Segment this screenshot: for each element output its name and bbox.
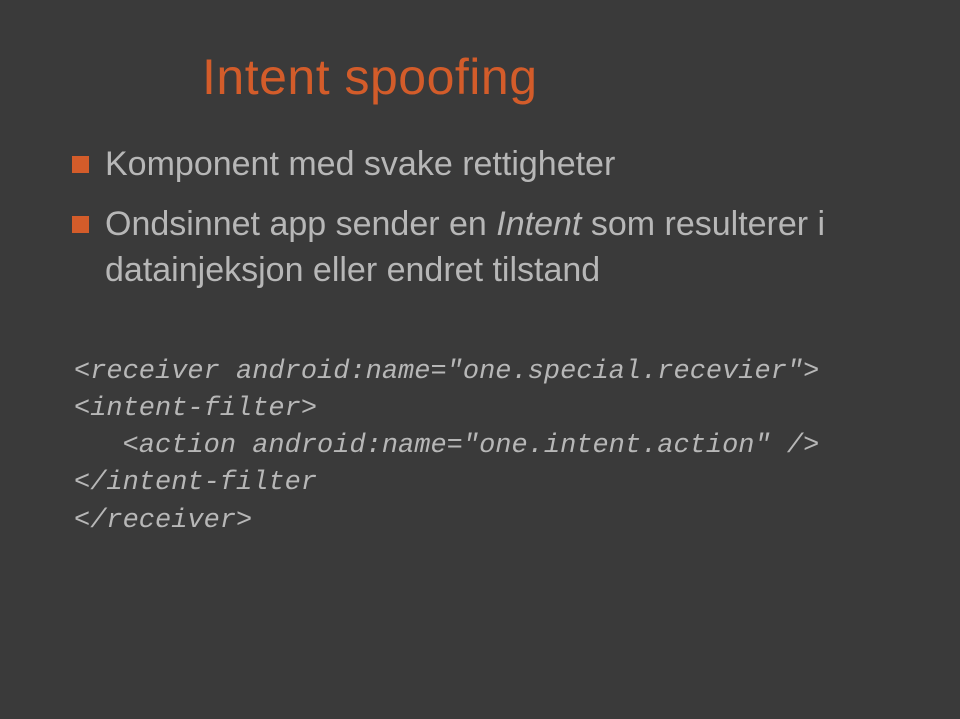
code-block: <receiver android:name="one.special.rece… xyxy=(74,354,900,540)
list-item: Ondsinnet app sender en Intent som resul… xyxy=(72,202,900,294)
slide-title: Intent spoofing xyxy=(202,48,900,106)
bullet-icon xyxy=(72,156,89,173)
bullet-list: Komponent med svake rettigheter Ondsinne… xyxy=(72,142,900,294)
bullet-icon xyxy=(72,216,89,233)
slide: Intent spoofing Komponent med svake rett… xyxy=(0,0,960,719)
list-item: Komponent med svake rettigheter xyxy=(72,142,900,188)
bullet-text: Komponent med svake rettigheter xyxy=(105,142,900,188)
bullet-text: Ondsinnet app sender en Intent som resul… xyxy=(105,202,900,294)
